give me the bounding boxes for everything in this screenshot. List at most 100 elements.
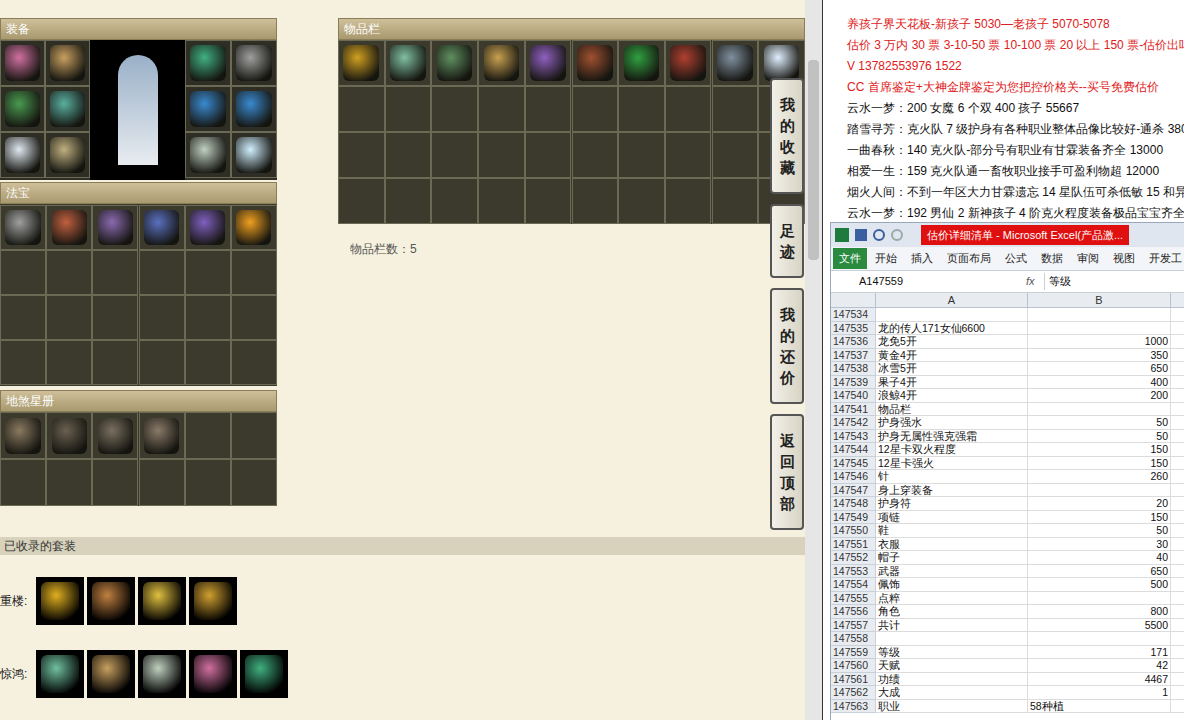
item-slot[interactable] — [338, 132, 385, 178]
item-slot[interactable] — [525, 86, 572, 132]
item-slot[interactable] — [572, 132, 619, 178]
item-slot[interactable] — [0, 412, 46, 459]
item-slot[interactable] — [139, 459, 185, 506]
sheet-row[interactable]: 147537黄金4开350 — [831, 349, 1184, 363]
sheet-row[interactable]: 147558 — [831, 632, 1184, 646]
item-slot[interactable] — [665, 40, 712, 86]
sheet-row[interactable]: 147555点粹 — [831, 592, 1184, 606]
item-slot[interactable] — [385, 86, 432, 132]
sheet-row[interactable]: 147541物品栏 — [831, 403, 1184, 417]
side-button[interactable]: 我的还价 — [770, 288, 804, 404]
item-slot[interactable] — [338, 178, 385, 224]
ribbon-tab[interactable]: 页面布局 — [941, 248, 997, 269]
redo-icon[interactable] — [891, 229, 903, 241]
item-slot[interactable] — [712, 178, 759, 224]
item-slot[interactable] — [46, 295, 92, 340]
save-icon[interactable] — [855, 229, 867, 241]
item-slot[interactable] — [618, 178, 665, 224]
item-slot[interactable] — [431, 132, 478, 178]
undo-icon[interactable] — [873, 229, 885, 241]
sheet-row[interactable]: 147552帽子40 — [831, 551, 1184, 565]
suit-item[interactable] — [87, 577, 135, 625]
sheet-row[interactable]: 147560天赋42 — [831, 659, 1184, 673]
sheet-row[interactable]: 147542护身强水50 — [831, 416, 1184, 430]
ribbon-tab[interactable]: 数据 — [1035, 248, 1069, 269]
item-slot[interactable] — [478, 132, 525, 178]
suit-item[interactable] — [36, 650, 84, 698]
sheet-row[interactable]: 147536龙免5开1000 — [831, 335, 1184, 349]
item-slot[interactable] — [572, 178, 619, 224]
ribbon-tab[interactable]: 开始 — [869, 248, 903, 269]
item-slot[interactable] — [0, 205, 46, 250]
sheet-row[interactable]: 147553武器650 — [831, 565, 1184, 579]
side-button[interactable]: 我的收藏 — [770, 78, 804, 194]
sheet-row[interactable]: 147551衣服30 — [831, 538, 1184, 552]
sheet-row[interactable]: 14754412星卡双火程度150 — [831, 443, 1184, 457]
item-slot[interactable] — [665, 178, 712, 224]
sheet-row[interactable]: 147559等级171 — [831, 646, 1184, 660]
item-slot[interactable] — [618, 132, 665, 178]
item-slot[interactable] — [185, 205, 231, 250]
item-slot[interactable] — [431, 40, 478, 86]
item-slot[interactable] — [231, 459, 277, 506]
item-slot[interactable] — [46, 340, 92, 385]
item-slot[interactable] — [92, 459, 138, 506]
item-slot[interactable] — [231, 86, 277, 132]
item-slot[interactable] — [139, 412, 185, 459]
item-slot[interactable] — [0, 40, 45, 86]
sheet-row[interactable]: 147554佩饰500 — [831, 578, 1184, 592]
item-slot[interactable] — [385, 132, 432, 178]
sheet-row[interactable]: 147556角色800 — [831, 605, 1184, 619]
item-slot[interactable] — [478, 40, 525, 86]
item-slot[interactable] — [139, 205, 185, 250]
item-slot[interactable] — [431, 86, 478, 132]
item-slot[interactable] — [712, 132, 759, 178]
item-slot[interactable] — [0, 459, 46, 506]
sheet-row[interactable]: 147550鞋50 — [831, 524, 1184, 538]
item-slot[interactable] — [231, 132, 277, 178]
item-slot[interactable] — [185, 412, 231, 459]
item-slot[interactable] — [618, 40, 665, 86]
suit-item[interactable] — [138, 577, 186, 625]
item-slot[interactable] — [338, 40, 385, 86]
sheet-row[interactable]: 14754512星卡强火150 — [831, 457, 1184, 471]
item-slot[interactable] — [45, 132, 90, 178]
item-slot[interactable] — [478, 86, 525, 132]
side-button[interactable]: 返回顶部 — [770, 414, 804, 530]
item-slot[interactable] — [139, 295, 185, 340]
item-slot[interactable] — [46, 459, 92, 506]
item-slot[interactable] — [0, 132, 45, 178]
item-slot[interactable] — [231, 295, 277, 340]
scrollbar[interactable] — [805, 0, 822, 720]
item-slot[interactable] — [525, 178, 572, 224]
suit-item[interactable] — [138, 650, 186, 698]
suit-item[interactable] — [189, 650, 237, 698]
item-slot[interactable] — [139, 250, 185, 295]
sheet-row[interactable]: 147539果子4开400 — [831, 376, 1184, 390]
item-slot[interactable] — [0, 86, 45, 132]
ribbon-tab[interactable]: 开发工 — [1143, 248, 1184, 269]
formula-input[interactable]: 等级 — [1044, 273, 1184, 290]
name-box[interactable]: A147559 — [831, 273, 1026, 290]
item-slot[interactable] — [618, 86, 665, 132]
item-slot[interactable] — [572, 40, 619, 86]
item-slot[interactable] — [231, 340, 277, 385]
item-slot[interactable] — [525, 40, 572, 86]
sheet-row[interactable]: 147562大成1 — [831, 686, 1184, 700]
item-slot[interactable] — [385, 40, 432, 86]
sheet-row[interactable]: 147540浪鲸4开200 — [831, 389, 1184, 403]
item-slot[interactable] — [45, 86, 90, 132]
sheet-row[interactable]: 147538冰雪5开650 — [831, 362, 1184, 376]
sheet-row[interactable]: 147563职业58种植 — [831, 700, 1184, 714]
side-button[interactable]: 足迹 — [770, 204, 804, 278]
item-slot[interactable] — [139, 340, 185, 385]
item-slot[interactable] — [712, 40, 759, 86]
item-slot[interactable] — [338, 86, 385, 132]
item-slot[interactable] — [525, 132, 572, 178]
item-slot[interactable] — [572, 86, 619, 132]
item-slot[interactable] — [478, 178, 525, 224]
sheet-row[interactable]: 147557共计5500 — [831, 619, 1184, 633]
item-slot[interactable] — [92, 412, 138, 459]
item-slot[interactable] — [46, 250, 92, 295]
sheet-row[interactable]: 147561功绩4467 — [831, 673, 1184, 687]
